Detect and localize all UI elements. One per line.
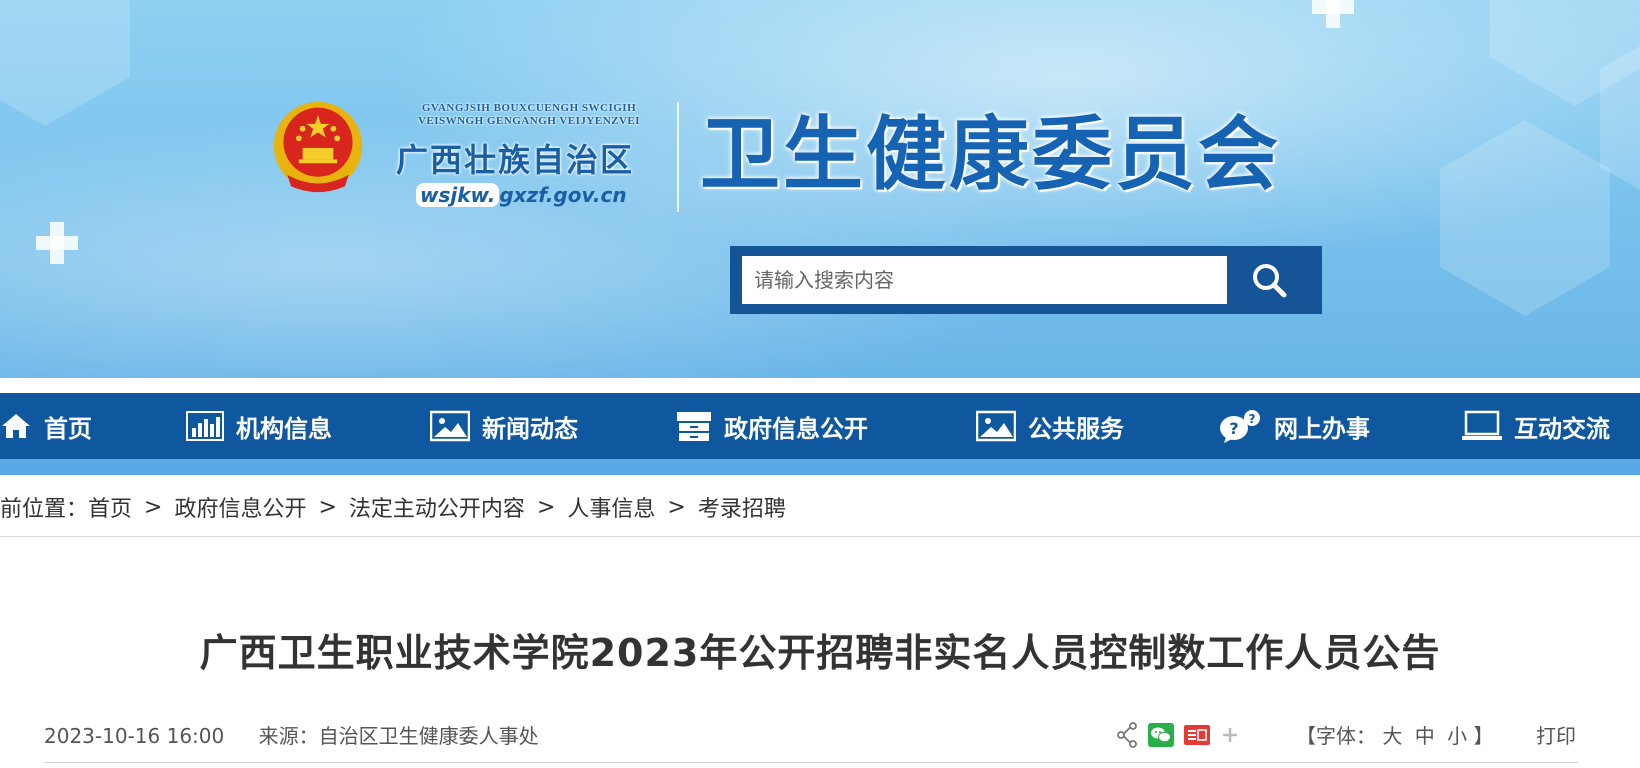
- national-emblem-icon: [273, 101, 363, 193]
- breadcrumb-separator: >: [536, 494, 556, 520]
- breadcrumb-prefix: 前位置：: [0, 497, 89, 522]
- nav-item-public-service[interactable]: 公共服务: [976, 393, 1124, 459]
- nav-item-label: 首页: [44, 414, 92, 443]
- font-size-small[interactable]: 小: [1447, 724, 1467, 748]
- site-banner: GVANGJSIH BOUXCUENGH SWCIGIH VEISWNGH GE…: [0, 0, 1640, 378]
- search-icon: [1253, 264, 1287, 298]
- image-icon: [976, 410, 1016, 442]
- nav-item-label: 新闻动态: [482, 414, 578, 443]
- share-icon[interactable]: [1116, 722, 1138, 748]
- nav-item-label: 互动交流: [1514, 414, 1610, 443]
- svg-text:?: ?: [1229, 419, 1238, 438]
- hexagon-decoration: [0, 0, 130, 126]
- breadcrumb-separator: >: [144, 494, 163, 520]
- site-url-prefix: wsjkw.: [416, 183, 500, 207]
- site-url: wsjkw. gxzf.gov.cn: [416, 183, 627, 213]
- medical-cross-icon: [36, 222, 78, 264]
- pinyin-line-2: VEISWNGH GENGANGH VEIJYENZVEI: [417, 115, 641, 127]
- nav-item-organization[interactable]: 机构信息: [186, 393, 332, 459]
- home-icon: [2, 414, 30, 438]
- article-source: 来源：自治区卫生健康委人事处: [258, 724, 539, 748]
- site-title: 卫生健康委员会: [700, 107, 1281, 201]
- nav-item-label: 机构信息: [236, 414, 332, 443]
- nav-item-label: 政府信息公开: [724, 414, 868, 443]
- share-bar: [1116, 720, 1240, 750]
- article-meta: 2023-10-16 16:00 来源：自治区卫生健康委人事处: [44, 720, 539, 749]
- breadcrumb-separator: >: [667, 494, 686, 520]
- region-pinyin-name: GVANGJSIH BOUXCUENGH SWCIGIH VEISWNGH GE…: [396, 102, 662, 128]
- search-box: [730, 246, 1322, 314]
- medical-cross-icon: [1312, 0, 1354, 28]
- bar-chart-icon: [186, 411, 224, 441]
- article-title: 广西卫生职业技术学院2023年公开招聘非实名人员控制数工作人员公告: [199, 631, 1441, 675]
- plus-icon[interactable]: [1220, 725, 1240, 745]
- nav-accent-strip: [0, 459, 1640, 475]
- nav-item-online-service[interactable]: ? ? 网上办事: [1218, 393, 1370, 459]
- svg-text:?: ?: [1249, 412, 1256, 426]
- toutiao-icon[interactable]: [1184, 725, 1210, 745]
- cabinet-icon: [677, 412, 711, 441]
- font-size-large[interactable]: 大: [1382, 724, 1402, 748]
- breadcrumb-divider: [0, 536, 1640, 537]
- breadcrumb-separator: >: [318, 494, 337, 520]
- breadcrumb-item-recruitment[interactable]: 考录招聘: [698, 491, 786, 523]
- search-button[interactable]: [1230, 256, 1308, 304]
- nav-item-gov-info[interactable]: 政府信息公开: [676, 393, 868, 459]
- main-nav: 首页 机构信息 新闻动态 政府信息公开 公共服务 ? ? 网上办事 互动交流: [0, 393, 1640, 459]
- hexagon-decoration: [1440, 120, 1610, 316]
- font-size-medium[interactable]: 中: [1415, 724, 1435, 748]
- font-size-switcher: 【字体： 大 中 小 】: [1296, 720, 1493, 749]
- font-size-bracket: 】: [1473, 724, 1494, 748]
- region-name: 广西壮族自治区: [396, 142, 635, 178]
- search-input[interactable]: [742, 256, 1227, 304]
- nav-item-home[interactable]: 首页: [0, 393, 92, 459]
- breadcrumb-item-personnel-info[interactable]: 人事信息: [567, 491, 655, 523]
- meta-divider: [44, 762, 1578, 763]
- image-icon: [430, 410, 470, 442]
- logo-divider: [677, 102, 679, 212]
- breadcrumb-item-gov-info[interactable]: 政府信息公开: [174, 491, 306, 523]
- monitor-icon: [1462, 410, 1502, 440]
- publish-date: 2023-10-16 16:00: [44, 724, 225, 748]
- pinyin-line-1: GVANGJSIH BOUXCUENGH SWCIGIH: [421, 102, 637, 114]
- search-field-wrapper: [742, 256, 1227, 304]
- breadcrumb-item-statutory-content[interactable]: 法定主动公开内容: [349, 491, 525, 523]
- font-size-label: 【字体：: [1296, 724, 1376, 748]
- nav-item-label: 网上办事: [1274, 414, 1370, 443]
- nav-item-label: 公共服务: [1028, 414, 1124, 443]
- breadcrumb: 前位置： 首页 > 政府信息公开 > 法定主动公开内容 > 人事信息 > 考录招…: [0, 490, 786, 524]
- site-url-domain: gxzf.gov.cn: [499, 183, 627, 207]
- question-chat-icon: ? ?: [1220, 410, 1260, 443]
- breadcrumb-item-home[interactable]: 首页: [88, 491, 132, 523]
- nav-item-interaction[interactable]: 互动交流: [1462, 393, 1610, 459]
- nav-item-news[interactable]: 新闻动态: [430, 393, 578, 459]
- wechat-icon[interactable]: [1148, 723, 1174, 747]
- print-button[interactable]: 打印: [1536, 720, 1576, 749]
